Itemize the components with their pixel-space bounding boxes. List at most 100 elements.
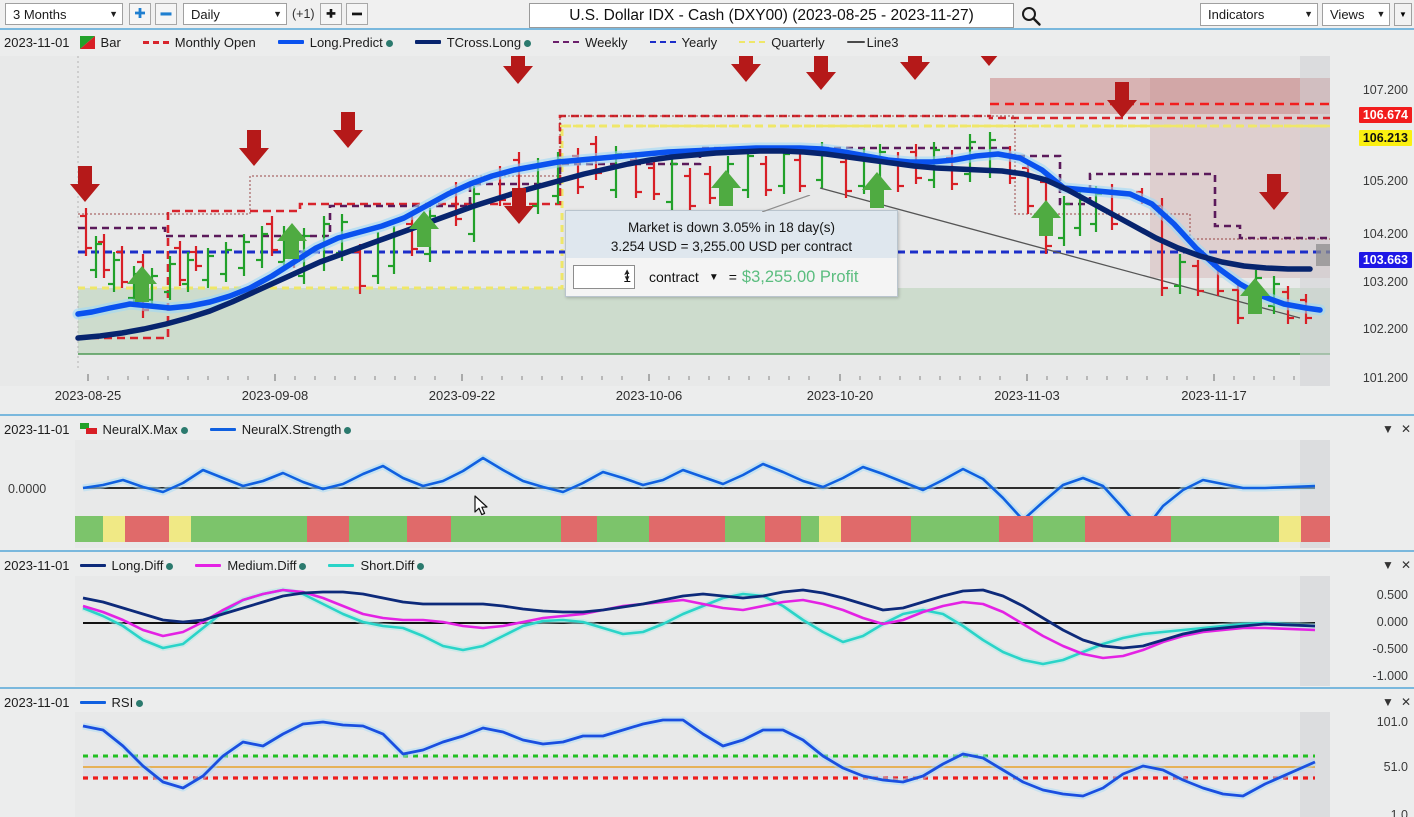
chevron-down-icon: ▼ [1399,10,1407,19]
plus-icon [326,9,335,18]
legend-item-bar[interactable]: Bar [79,34,121,50]
quantity-stepper[interactable]: 1 ▲ ▼ [573,265,635,289]
legend-label: Bar [100,34,121,50]
close-icon[interactable]: ✕ [1401,422,1411,436]
diff-chart-svg [75,576,1330,686]
legend-item-medium-diff[interactable]: Medium.Diff [195,558,307,573]
search-icon[interactable] [1020,5,1042,27]
legend-item-short-diff[interactable]: Short.Diff [328,557,425,573]
interval-select[interactable]: Daily ▼ [183,3,287,25]
views-select[interactable]: Views ▼ [1322,3,1390,26]
stepper-down-icon[interactable]: ▼ [623,275,631,283]
trading-app: 3 Months ▼ Daily ▼ (+1) U.S. Dollar IDX … [0,0,1414,817]
minus-icon [160,12,172,16]
range-select[interactable]: 3 Months ▼ [5,3,123,25]
y-axis-marker-mid: 106.213 [1358,130,1412,146]
y-axis-label: 105.200 [1362,174,1408,188]
collapse-icon[interactable]: ▼ [1382,558,1394,572]
neuralx-plot[interactable] [75,440,1330,548]
symbol-title-field[interactable]: U.S. Dollar IDX - Cash (DXY00) (2023-08-… [529,3,1014,28]
tooltip-line-2: 3.254 USD = 3,255.00 USD per contract [610,239,853,254]
diff-panel: 0.500 0.000 -0.500 -1.000 [0,576,1414,686]
legend-label: Short.Diff [360,557,415,573]
line-icon [414,40,441,44]
legend-item-tcross-long[interactable]: TCross.Long [414,35,532,50]
settings-dot-icon[interactable] [166,562,174,570]
settings-dot-icon[interactable] [385,39,393,47]
range-zoom-out-button[interactable] [155,3,177,25]
settings-dot-icon[interactable] [344,426,352,434]
legend-item-quarterly[interactable]: Quarterly [739,34,825,50]
legend-date: 2023-11-01 [4,694,70,710]
legend-item-rsi[interactable]: RSI [79,694,144,710]
indicators-select[interactable]: Indicators ▼ [1200,3,1318,26]
stepper-arrows[interactable]: ▲ ▼ [623,268,631,283]
close-icon[interactable]: ✕ [1401,695,1411,709]
legend-item-long-diff[interactable]: Long.Diff [79,558,174,573]
bar-remove-button[interactable] [345,3,368,25]
offset-label: (+1) [292,7,315,21]
legend-label: RSI [111,694,134,710]
y-axis-label: 101.200 [1362,371,1408,385]
x-axis-label: 2023-09-08 [241,388,309,403]
collapse-icon[interactable]: ▼ [1382,422,1394,436]
profit-amount: $3,255.00 Profit [741,267,859,286]
rsi-y-axis: 101.0 51.0 1.0 [1330,712,1414,817]
views-label: Views [1330,7,1365,22]
bar-add-button[interactable] [319,3,342,25]
settings-dot-icon[interactable] [299,562,307,570]
tooltip-line-1: Market is down 3.05% in 18 day(s) [627,220,836,235]
legend-label: Monthly Open [174,34,256,50]
rsi-plot[interactable] [75,712,1330,817]
legend-item-long-predict[interactable]: Long.Predict [277,35,393,50]
profit-tooltip[interactable]: Market is down 3.05% in 18 day(s) 3.254 … [565,195,898,297]
legend-item-neuralx-strength[interactable]: NeuralX.Strength [209,421,352,437]
legend-item-weekly[interactable]: Weekly [553,35,628,50]
legend-label: NeuralX.Max [102,421,178,437]
settings-dot-icon[interactable] [524,39,532,47]
panel-divider [0,414,1414,416]
diff-plot[interactable] [75,576,1330,686]
minus-icon [351,12,362,16]
toolbar-overflow-button[interactable]: ▼ [1394,3,1412,26]
y-axis-marker-current: 103.663 [1358,252,1412,268]
legend-item-neuralx-max[interactable]: NeuralX.Max [79,421,188,437]
chevron-down-icon: ▼ [1304,9,1313,19]
neuralx-panel: 0.0000 [0,440,1414,548]
unit-label: contract [649,269,699,285]
settings-dot-icon[interactable] [136,699,144,707]
legend-label: Line3 [866,34,899,50]
range-zoom-in-button[interactable] [129,3,151,25]
line-icon [195,563,222,567]
legend-item-line3[interactable]: Line3 [846,34,899,50]
y-axis-label: -1.000 [1372,669,1408,683]
y-axis-label: 1.0 [1390,808,1408,817]
y-axis-label: 101.0 [1376,715,1408,729]
mouse-cursor [474,495,490,517]
price-y-axis: 107.200 106.674 106.213 105.200 104.200 … [1330,56,1414,386]
collapse-icon[interactable]: ▼ [1382,695,1394,709]
legend-item-yearly[interactable]: Yearly [649,35,717,50]
toolbar-right-controls: Indicators ▼ Views ▼ ▼ [1200,3,1412,26]
line-icon [79,563,106,567]
chevron-down-icon: ▼ [1376,9,1386,19]
close-icon[interactable]: ✕ [1401,558,1411,572]
chevron-down-icon: ▼ [273,8,282,19]
chevron-down-icon[interactable]: ▼ [709,272,719,283]
line-icon [79,700,106,704]
interval-select-value: Daily [191,6,220,22]
line-icon [846,41,865,43]
panel-divider [0,687,1414,689]
neuralx-swatch-icon [79,423,97,435]
dashed-line-icon [142,40,169,44]
tooltip-pointer [762,195,811,212]
legend-label: NeuralX.Strength [241,421,342,437]
settings-dot-icon[interactable] [180,426,188,434]
equals-sign: = [728,269,737,285]
legend-item-monthly-open[interactable]: Monthly Open [142,34,256,50]
line-icon [277,40,304,44]
neuralx-chart-svg [75,440,1330,548]
neuralx-legend: 2023-11-01 NeuralX.Max NeuralX.Strength … [0,418,1414,440]
settings-dot-icon[interactable] [417,562,425,570]
legend-label: Quarterly [771,34,825,50]
